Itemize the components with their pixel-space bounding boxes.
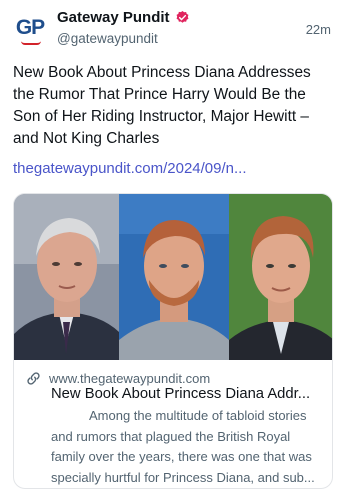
- link-icon: [26, 371, 41, 386]
- avatar-logo: GP: [15, 16, 45, 39]
- avatar-swoosh: [21, 41, 41, 45]
- author-row: Gateway Pundit: [57, 9, 190, 26]
- verified-badge-icon: [175, 10, 190, 25]
- post[interactable]: GP Gateway Pundit @gatewaypundit 22m New…: [0, 0, 345, 500]
- portrait-middle: [119, 194, 229, 360]
- post-link[interactable]: thegatewaypundit.com/2024/09/n...: [13, 160, 247, 177]
- link-preview-card[interactable]: www.thegatewaypundit.com New Book About …: [13, 193, 333, 489]
- portrait-right: [229, 194, 332, 360]
- card-domain: www.thegatewaypundit.com: [49, 371, 211, 386]
- display-name[interactable]: Gateway Pundit: [57, 9, 170, 26]
- card-domain-row: www.thegatewaypundit.com: [26, 371, 210, 386]
- card-title[interactable]: New Book About Princess Diana Addr...: [51, 386, 326, 402]
- link-preview-image[interactable]: [14, 194, 332, 360]
- card-description: Among the multitude of tabloid stories a…: [51, 408, 315, 485]
- post-timestamp[interactable]: 22m: [306, 22, 331, 37]
- portrait-left: [14, 194, 119, 360]
- avatar[interactable]: GP: [12, 10, 48, 46]
- author-handle[interactable]: @gatewaypundit: [57, 31, 158, 46]
- post-text: New Book About Princess Diana Addresses …: [13, 64, 311, 147]
